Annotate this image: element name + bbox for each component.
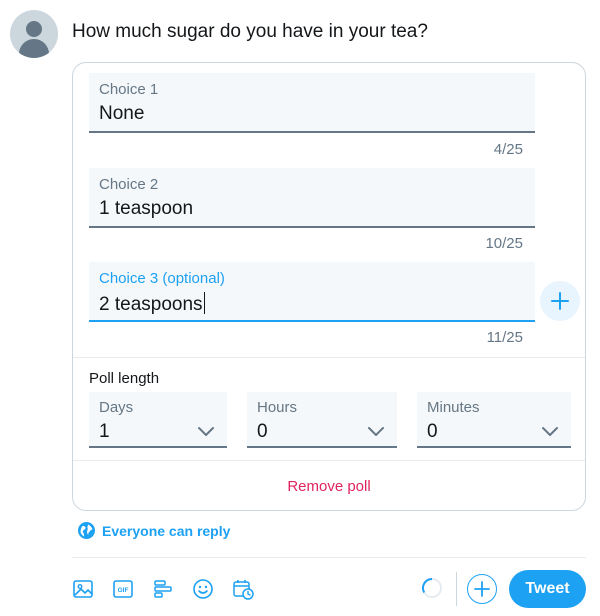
add-tweet-button[interactable] <box>467 574 497 604</box>
choice-3-value: 2 teaspoons <box>99 294 203 315</box>
poll-icon <box>154 580 172 598</box>
avatar[interactable] <box>10 10 58 58</box>
media-button[interactable] <box>70 576 96 602</box>
choice-1-value: None <box>99 103 145 124</box>
avatar-body-shape <box>19 39 49 58</box>
emoji-icon <box>193 579 213 599</box>
tweet-button[interactable]: Tweet <box>509 570 586 608</box>
choice-1-counter: 4/25 <box>493 141 523 158</box>
chevron-down-icon <box>198 427 214 436</box>
choice-2-label: Choice 2 <box>99 176 159 193</box>
plus-icon <box>474 581 490 597</box>
gif-button[interactable]: GIF <box>110 576 136 602</box>
hours-label: Hours <box>257 399 298 416</box>
avatar-head-shape <box>26 21 42 37</box>
choice-3-value-wrap: 2 teaspoons <box>99 292 205 316</box>
emoji-button[interactable] <box>190 576 216 602</box>
compose-toolbar: GIF <box>70 572 270 606</box>
choice-3-label: Choice 3 (optional) <box>99 270 225 287</box>
chevron-down-icon <box>368 427 384 436</box>
reply-setting-label: Everyone can reply <box>102 522 231 539</box>
tweet-text[interactable]: How much sugar do you have in your tea? <box>72 21 428 43</box>
remove-poll-button[interactable]: Remove poll <box>73 461 585 510</box>
choice-1-label: Choice 1 <box>99 81 159 98</box>
gif-text: GIF <box>118 587 129 594</box>
toolbar-divider <box>72 557 586 558</box>
text-caret <box>203 292 205 314</box>
days-label: Days <box>99 399 134 416</box>
schedule-icon <box>233 580 254 600</box>
poll-button[interactable] <box>150 576 176 602</box>
hours-value: 0 <box>257 421 268 442</box>
choice-2-input[interactable]: Choice 2 1 teaspoon <box>89 168 535 228</box>
chevron-down-icon <box>542 427 558 436</box>
add-choice-button[interactable] <box>540 281 580 321</box>
globe-icon <box>78 522 95 539</box>
choice-2-value: 1 teaspoon <box>99 198 194 219</box>
minutes-value: 0 <box>427 421 438 442</box>
plus-icon <box>551 292 569 310</box>
section-divider <box>73 357 585 358</box>
choice-3-input[interactable]: Choice 3 (optional) 2 teaspoons <box>89 262 535 322</box>
gif-icon: GIF <box>113 580 133 598</box>
poll-length-title: Poll length <box>89 370 160 387</box>
poll-editor: Choice 1 None 4/25 Choice 2 1 teaspoon 1… <box>72 62 586 511</box>
hours-select[interactable]: Hours 0 <box>247 392 397 448</box>
minutes-label: Minutes <box>427 399 480 416</box>
minutes-select[interactable]: Minutes 0 <box>417 392 571 448</box>
character-count-progress <box>422 578 442 598</box>
toolbar-separator <box>456 572 457 606</box>
days-select[interactable]: Days 1 <box>89 392 227 448</box>
image-icon <box>73 580 93 598</box>
choice-1-input[interactable]: Choice 1 None <box>89 73 535 133</box>
schedule-button[interactable] <box>230 576 256 602</box>
choice-3-counter: 11/25 <box>486 329 523 346</box>
choice-2-counter: 10/25 <box>485 235 523 252</box>
days-value: 1 <box>99 421 110 442</box>
reply-setting-button[interactable]: Everyone can reply <box>78 522 230 539</box>
